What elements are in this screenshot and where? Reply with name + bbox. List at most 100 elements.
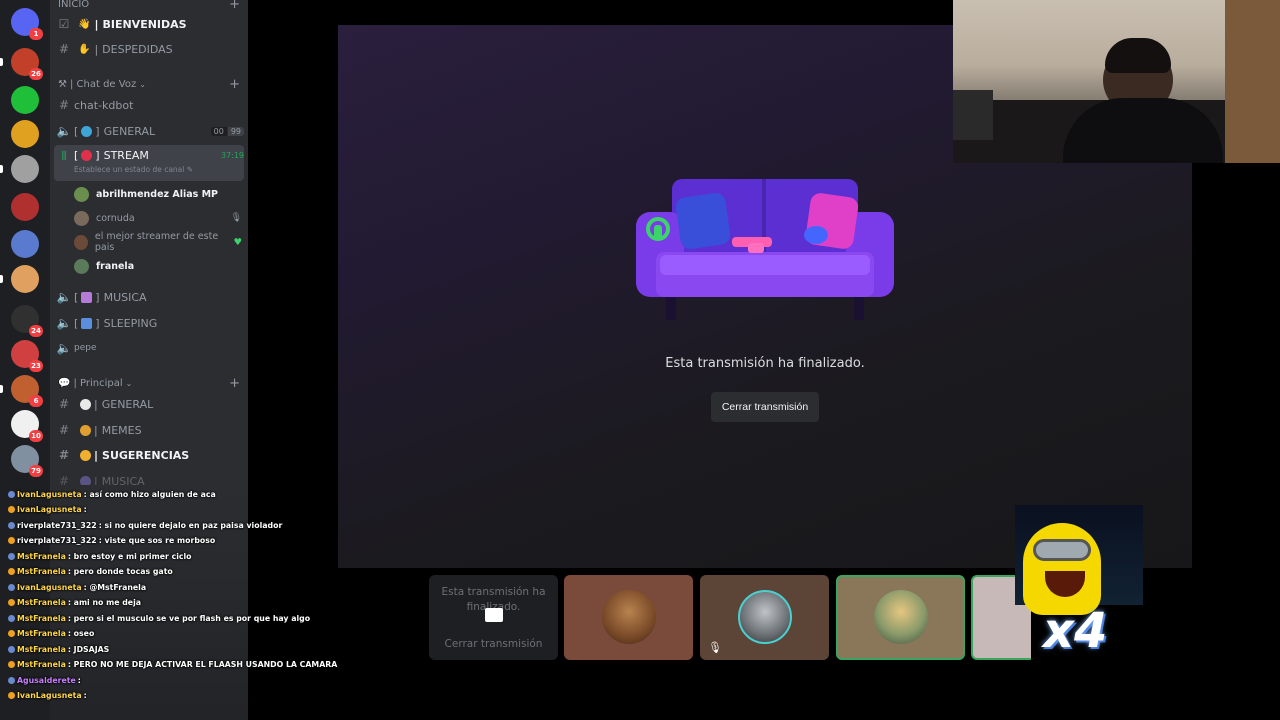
channel-label: GENERAL	[101, 397, 154, 411]
webcam-hair	[1105, 38, 1171, 73]
user-badge-icon	[8, 630, 15, 637]
red-circle-emoji	[81, 150, 93, 161]
server-icon[interactable]: 24	[11, 305, 43, 337]
channel-chat-kdbot[interactable]: # chat-kdbot	[54, 93, 244, 117]
chat-text: :	[83, 505, 87, 514]
chat-text: : pero donde tocas gato	[67, 567, 173, 576]
user-badge-icon	[8, 645, 15, 653]
separator: |	[94, 17, 99, 31]
user-count: 00	[210, 126, 227, 136]
chat-username: MstFranela	[17, 598, 66, 607]
chat-username: IvanLagusneta	[17, 489, 82, 499]
tile-stream-ended[interactable]: Esta transmisión ha finalizado. Cerrar t…	[429, 575, 558, 660]
chat-message: MstFranela: JDSAJAS	[8, 642, 109, 656]
bracket: [	[74, 149, 79, 162]
participant-tile[interactable]	[564, 575, 693, 660]
server-icon[interactable]: 79	[11, 445, 43, 477]
heart-icon: ♥	[233, 236, 242, 248]
participant-tile-speaking[interactable]	[836, 575, 965, 660]
mention-badge: 26	[29, 68, 43, 80]
bracket: ]	[95, 290, 100, 304]
add-channel-icon[interactable]: +	[229, 376, 240, 391]
avatar	[602, 590, 656, 644]
server-icon[interactable]	[11, 265, 39, 293]
avatar	[738, 590, 792, 644]
channel-label: chat-kdbot	[74, 98, 134, 112]
bracket: [	[74, 124, 79, 138]
chat-message: MstFranela: pero si el musculo se ve por…	[8, 611, 310, 625]
voice-channel-sleeping[interactable]: 🔈 [ ] SLEEPING	[54, 311, 244, 335]
avatar	[74, 258, 89, 274]
voice-member[interactable]: el mejor streamer de este pais ♥	[74, 231, 242, 253]
pencil-icon: ✎	[186, 165, 194, 174]
tool-icon: ⚒	[58, 78, 67, 90]
voice-channel-pepe[interactable]: 🔈 pepe	[54, 336, 244, 360]
server-home-icon[interactable]: 1	[11, 8, 43, 40]
voice-member[interactable]: franela	[74, 255, 242, 277]
add-channel-icon[interactable]: +	[229, 77, 240, 92]
music-emoji	[81, 291, 93, 303]
mention-badge: 10	[29, 430, 43, 442]
add-channel-icon[interactable]: +	[229, 0, 240, 12]
minion-goggles	[1033, 539, 1091, 561]
voice-channel-stream[interactable]: ⫴ [ ] STREAM 37:19 Establece un estado d…	[54, 145, 244, 181]
unread-pill	[0, 58, 3, 66]
user-badge-icon	[8, 676, 15, 684]
hand-emoji: ✋	[78, 43, 91, 55]
voice-member[interactable]: cornuda 🎙	[74, 207, 242, 229]
user-badge-icon	[8, 552, 15, 560]
voice-member[interactable]: abrilhmendez Alias MP	[74, 183, 242, 205]
channel-status[interactable]: Establece un estado de canal ✎	[74, 165, 244, 174]
user-badge-icon	[8, 568, 15, 575]
unread-pill	[0, 275, 3, 283]
channel-general[interactable]: # | GENERAL	[54, 392, 244, 416]
server-icon[interactable]	[11, 193, 39, 221]
close-stream-button[interactable]: Cerrar transmisión	[711, 392, 819, 422]
chat-text: :	[83, 691, 87, 700]
channel-memes[interactable]: # | MEMES	[54, 418, 244, 442]
chat-message: riverplate731_322: si no quiere dejalo e…	[8, 518, 282, 532]
server-icon[interactable]: 26	[11, 48, 43, 80]
channel-label: STREAM	[103, 149, 149, 162]
category-chat-de-voz[interactable]: ⚒ | Chat de Voz ⌄ +	[58, 76, 240, 92]
tile-close-stream[interactable]: Cerrar transmisión	[429, 638, 558, 650]
chat-username: MstFranela	[17, 613, 66, 623]
server-icon[interactable]	[11, 230, 39, 258]
channel-bienvenidas[interactable]: ☑ 👋 | BIENVENIDAS	[54, 12, 244, 36]
sleeping-emoji	[81, 317, 93, 329]
participant-tile[interactable]: 🎙	[700, 575, 829, 660]
server-icon[interactable]: 6	[11, 375, 43, 407]
chat-text: : bro estoy e mi primer ciclo	[67, 551, 192, 561]
chat-text: : JDSAJAS	[67, 644, 110, 654]
server-icon[interactable]	[11, 86, 39, 114]
user-badge-icon	[8, 692, 15, 699]
user-badge-icon	[8, 537, 15, 544]
separator: |	[94, 397, 98, 411]
couch-illustration	[636, 179, 894, 320]
category-label: Principal	[80, 377, 123, 389]
minion-overlay: x4	[1015, 505, 1143, 665]
channel-despedidas[interactable]: # ✋ | DESPEDIDAS	[54, 37, 244, 61]
server-icon[interactable]: 10	[11, 410, 43, 442]
category-inicio[interactable]: INICIO +	[58, 0, 240, 12]
user-badge-icon	[8, 599, 15, 606]
category-principal[interactable]: 💬 | Principal ⌄ +	[58, 375, 240, 391]
voice-channel-musica[interactable]: 🔈 [ ] MUSICA	[54, 285, 244, 309]
server-icon[interactable]	[11, 155, 39, 183]
speaker-icon: 🔈	[56, 290, 72, 304]
mention-badge: 6	[29, 395, 43, 407]
server-icon[interactable]	[11, 120, 39, 148]
chevron-down-icon: ⌄	[125, 378, 133, 388]
server-icon[interactable]: 23	[11, 340, 43, 372]
voice-timer: 37:19	[220, 151, 244, 160]
avatar	[874, 590, 928, 644]
chat-text: : PERO NO ME DEJA ACTIVAR EL FLAASH USAN…	[67, 660, 338, 669]
mention-badge: 79	[29, 465, 43, 477]
chat-text: : si no quiere dejalo en paz paisa viola…	[98, 520, 283, 530]
mention-badge: 1	[29, 28, 43, 40]
chat-username: MstFranela	[17, 567, 66, 576]
channel-sugerencias[interactable]: # | SUGERENCIAS	[54, 443, 244, 467]
mention-badge: 24	[29, 325, 43, 337]
channel-label: SLEEPING	[103, 316, 158, 330]
voice-channel-general[interactable]: 🔈 [ ] GENERAL 00 99	[54, 119, 244, 143]
